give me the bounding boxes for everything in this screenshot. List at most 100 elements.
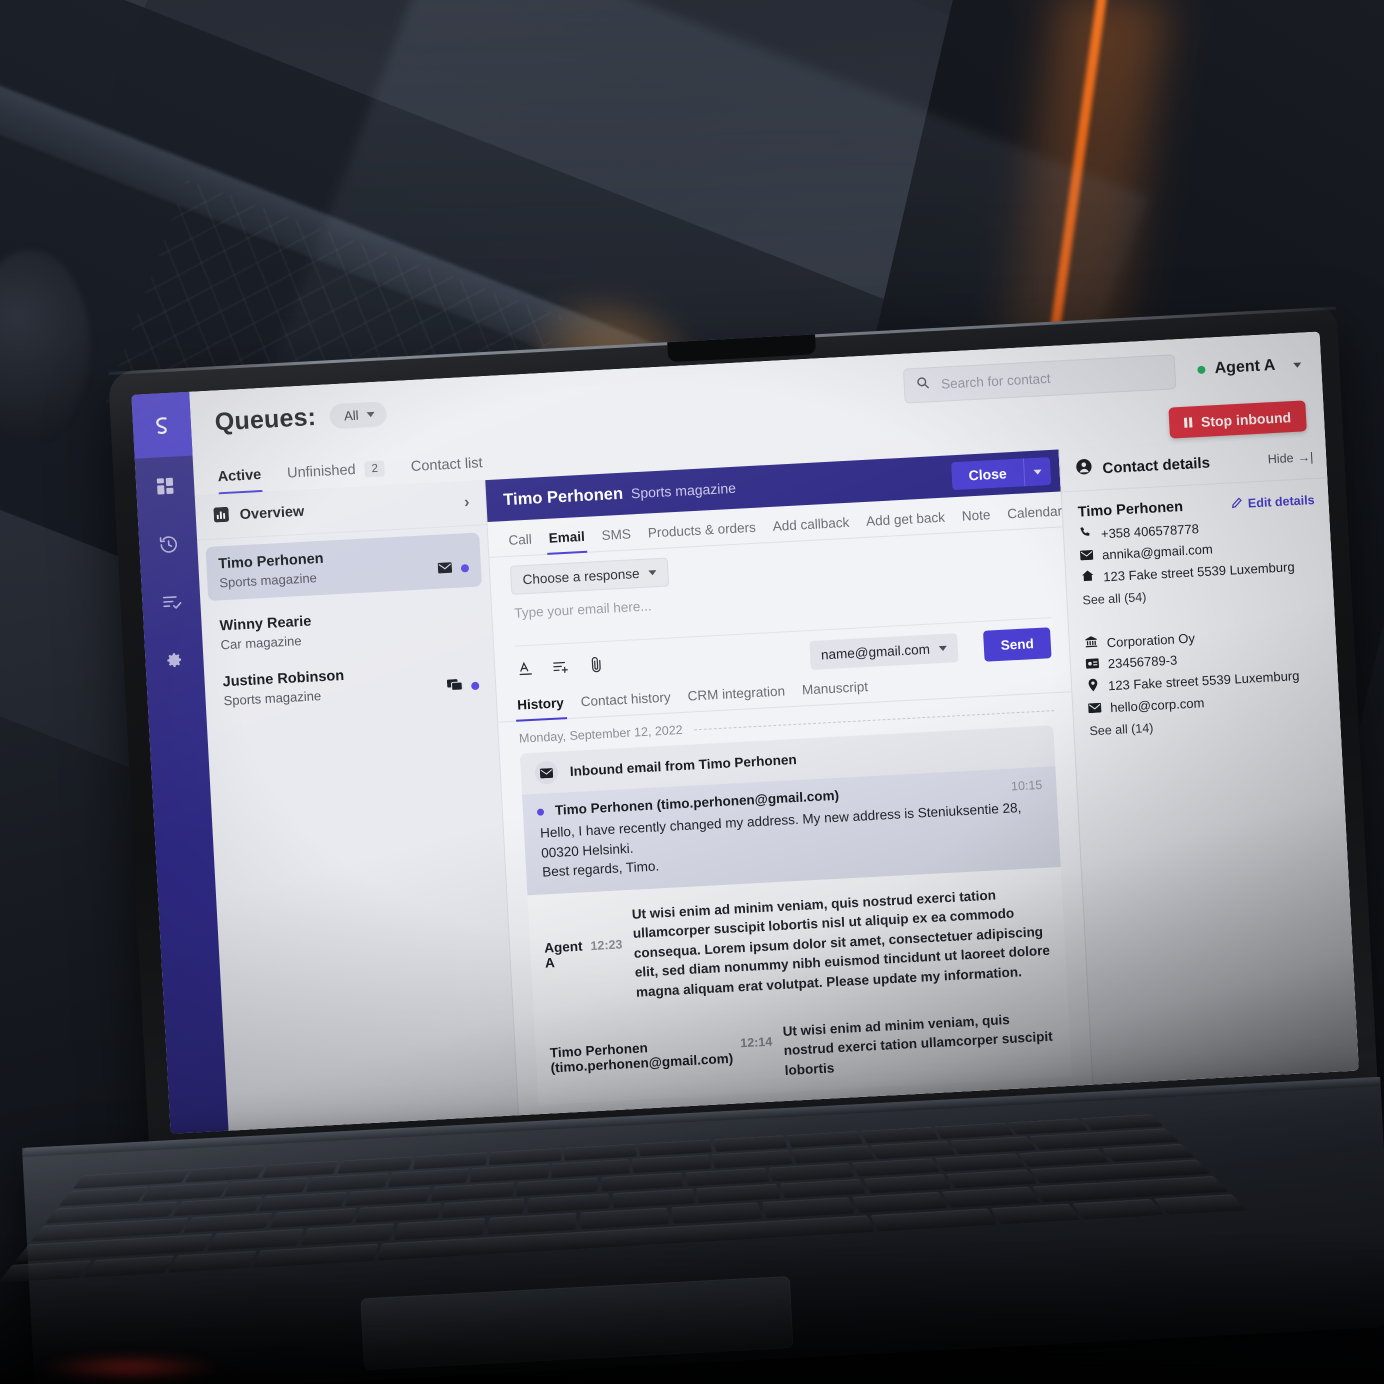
contact-phone-value: +358 406578778 [1100, 520, 1200, 541]
queue-item-text: Justine Robinson Sports magazine [222, 668, 345, 708]
bank-icon [1084, 635, 1098, 652]
tasklist-icon [160, 591, 182, 613]
company-name-value: Corporation Oy [1106, 630, 1196, 650]
edit-details-button[interactable]: Edit details [1232, 493, 1315, 511]
text-format-icon[interactable] [517, 659, 535, 682]
agent-name: Agent A [1214, 356, 1276, 378]
search-box[interactable] [903, 353, 1177, 404]
laptop: Queues: All Search for contact Agent A A… [0, 0, 1384, 1384]
chat-icon [446, 678, 463, 697]
app-body: Queues: All Search for contact Agent A A… [189, 331, 1359, 1133]
collapse-right-icon: →| [1297, 450, 1314, 465]
from-address-value: name@gmail.com [820, 641, 931, 663]
sidebar-item-history[interactable] [138, 514, 199, 575]
sidebar-item-settings[interactable] [144, 629, 205, 690]
response-template-select[interactable]: Choose a response [509, 557, 670, 595]
chevron-down-icon [1293, 362, 1302, 368]
laptop-lid: Queues: All Search for contact Agent A A… [108, 306, 1379, 1161]
message-time: 12:23 [590, 937, 623, 954]
id-card-icon [1085, 657, 1100, 673]
envelope-icon [1088, 701, 1102, 717]
hide-panel-button[interactable]: Hide →| [1267, 450, 1313, 466]
tab-note[interactable]: Note [961, 507, 991, 531]
see-all-company-link[interactable]: See all (14) [1089, 712, 1326, 738]
envelope-icon [437, 560, 453, 579]
envelope-icon [534, 760, 559, 785]
queue-item-meta [446, 661, 480, 697]
main-body: Overview › Timo Perhonen Sports magazine [194, 435, 1359, 1133]
search-icon [916, 375, 931, 395]
message-body: Ut wisi enim ad minim veniam, quis nostr… [782, 1011, 1054, 1078]
agent-status[interactable]: Agent A [1197, 356, 1302, 379]
unfinished-count-badge: 2 [364, 460, 386, 478]
queue-panel: Overview › Timo Perhonen Sports magazine [194, 480, 520, 1133]
tab-active[interactable]: Active [217, 467, 262, 494]
tab-contact-list[interactable]: Contact list [411, 455, 484, 484]
conversation-contact-name: Timo Perhonen [502, 484, 624, 509]
online-status-dot [1197, 365, 1206, 375]
contact-person-name: Timo Perhonen [1077, 499, 1184, 521]
queue-item-name: Winny Rearie [219, 613, 312, 635]
tab-add-get-back[interactable]: Add get back [866, 510, 946, 537]
company-address-value: 123 Fake street 5539 Luxemburg [1107, 668, 1300, 694]
history-date-label: Monday, September 12, 2022 [518, 722, 683, 746]
tab-email[interactable]: Email [548, 529, 585, 554]
message-header: Timo Perhonen (timo.perhonen@gmail.com) … [549, 1034, 773, 1076]
queue-item-name: Timo Perhonen [217, 550, 324, 573]
tab-call[interactable]: Call [508, 532, 532, 556]
tab-add-callback[interactable]: Add callback [772, 515, 850, 542]
pencil-icon [1232, 497, 1244, 512]
queue-item-timo-perhonen[interactable]: Timo Perhonen Sports magazine [205, 532, 482, 601]
tab-manuscript[interactable]: Manuscript [802, 679, 869, 705]
home-icon [1081, 569, 1095, 586]
tab-contact-history[interactable]: Contact history [580, 690, 671, 718]
from-address-select[interactable]: name@gmail.com [809, 633, 959, 671]
message-sender: Timo Perhonen (timo.perhonen@gmail.com) [549, 1040, 734, 1076]
screen: Queues: All Search for contact Agent A A… [131, 331, 1359, 1134]
attachment-icon[interactable] [588, 655, 605, 679]
search-input[interactable] [938, 363, 1165, 393]
app-window: Queues: All Search for contact Agent A A… [131, 331, 1359, 1134]
sidebar-item-tasklist[interactable] [141, 571, 202, 632]
queue-item-text: Winny Rearie Car magazine [219, 614, 312, 653]
tab-history[interactable]: History [517, 695, 565, 720]
sidebar-item-logo[interactable] [131, 391, 193, 459]
message-body: Ut wisi enim ad minim veniam, quis nostr… [631, 887, 1051, 1000]
conversation-contact-sub: Sports magazine [630, 479, 737, 502]
message-sender: Agent A [543, 938, 583, 971]
queue-filter-dropdown[interactable]: All [329, 400, 388, 429]
chevron-right-icon: › [463, 493, 470, 512]
tab-contact-list-label: Contact list [410, 455, 483, 476]
pause-icon [1184, 416, 1193, 428]
chevron-down-icon [938, 645, 948, 652]
chevron-down-icon [366, 411, 375, 417]
unread-dot [536, 808, 545, 816]
envelope-icon [1079, 548, 1094, 564]
page-title: Queues: [214, 402, 317, 436]
company-id-value: 23456789-3 [1107, 652, 1178, 672]
insert-template-icon[interactable] [552, 657, 571, 680]
dashboard-icon [155, 476, 176, 497]
queue-item-sub: Car magazine [220, 633, 302, 653]
unread-dot [460, 564, 470, 573]
pin-icon [1087, 678, 1100, 696]
close-button[interactable]: Close [950, 458, 1025, 491]
unread-dot [471, 681, 480, 691]
send-button[interactable]: Send [982, 627, 1052, 662]
close-button-dropdown[interactable] [1022, 457, 1052, 487]
response-template-value: Choose a response [522, 566, 640, 588]
sidebar-item-dashboard[interactable] [135, 456, 196, 517]
person-icon [1075, 458, 1093, 481]
toolbar-spacer [622, 657, 792, 666]
tab-calendar[interactable]: Calendar [1007, 503, 1063, 529]
history-event-label: Inbound email from Timo Perhonen [569, 751, 798, 779]
queue-item-sub: Sports magazine [223, 688, 322, 709]
message-time: 12:14 [739, 1034, 773, 1051]
tab-sms[interactable]: SMS [601, 526, 631, 551]
contact-details-content: Timo Perhonen Edit details +358 40657877… [1062, 478, 1341, 739]
settings-icon [164, 649, 185, 670]
close-button-group: Close [950, 457, 1052, 491]
history-list[interactable]: Monday, September 12, 2022 Inbound email… [498, 692, 1092, 1117]
queue-filter-value: All [343, 407, 359, 423]
